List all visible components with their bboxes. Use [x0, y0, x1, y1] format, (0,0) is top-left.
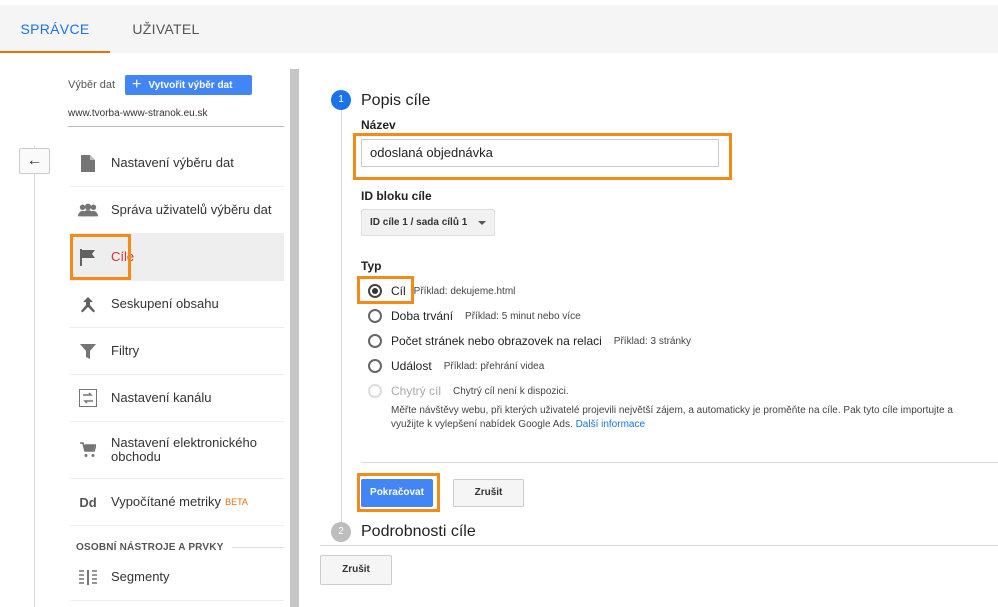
sidebar-item-ecommerce-settings[interactable]: Nastavení elektronického obchodu: [70, 422, 284, 479]
sidebar-item-view-settings[interactable]: Nastavení výběru dat: [70, 140, 284, 187]
sidebar-item-goals[interactable]: Cíle: [70, 234, 284, 281]
sidebar-item-label: Filtry: [111, 343, 140, 358]
type-option-hint: Příklad: 5 minut nebo více: [465, 310, 581, 322]
smart-goal-text: Měřte návštěvy webu, při kterých uživate…: [391, 405, 953, 430]
document-icon: [78, 154, 98, 172]
tab-uzivatel[interactable]: UŽIVATEL: [118, 5, 214, 53]
view-label: Výběr dat: [68, 79, 116, 91]
goal-name-input[interactable]: odoslaná objednávka: [361, 139, 719, 167]
section-divider: [232, 547, 284, 548]
type-option-event[interactable]: Událost Příklad: přehrání videa: [368, 357, 544, 375]
view-selector-underline: [68, 126, 284, 127]
radio-button[interactable]: [368, 359, 382, 373]
page: SPRÁVCE UŽIVATEL Výběr dat + Vytvořit vý…: [0, 0, 998, 607]
step-divider: [361, 462, 998, 463]
plus-icon: +: [132, 76, 142, 93]
radio-button[interactable]: [368, 284, 382, 298]
beta-badge: BETA: [225, 497, 248, 507]
type-option-label: Cíl: [391, 284, 406, 298]
sidebar-item-content-grouping[interactable]: Seskupení obsahu: [70, 281, 284, 328]
radio-button[interactable]: [368, 334, 382, 348]
sidebar-item-user-management[interactable]: Správa uživatelů výběru dat: [70, 187, 284, 234]
section-header-personal-tools: OSOBNÍ NÁSTROJE A PRVKY: [76, 542, 224, 553]
continue-button[interactable]: Pokračovat: [361, 479, 433, 507]
smart-goal-description: Měřte návštěvy webu, při kterých uživate…: [391, 404, 966, 432]
goal-name-label: Název: [361, 118, 396, 132]
radio-button: [368, 384, 382, 398]
create-view-label: Vytvořit výběr dat: [148, 79, 233, 91]
type-option-label: Chytrý cíl: [391, 384, 442, 398]
step-1-badge: 1: [331, 90, 351, 110]
merge-icon: [78, 296, 98, 313]
chevron-down-icon: [478, 221, 486, 225]
type-option-smart-goal: Chytrý cíl Chytrý cíl není k dispozici.: [368, 382, 569, 400]
create-view-button[interactable]: + Vytvořit výběr dat: [125, 75, 252, 95]
goal-slot-value: ID cíle 1 / sada cílů 1: [370, 217, 468, 228]
type-option-destination[interactable]: Cíl Příklad: dekujeme.html: [368, 282, 515, 300]
people-icon: [78, 203, 98, 217]
radio-button[interactable]: [368, 309, 382, 323]
sidebar-item-label: Správa uživatelů výběru dat: [111, 202, 272, 217]
channel-icon: [78, 389, 98, 407]
type-option-hint: Příklad: 3 stránky: [613, 335, 692, 347]
sidebar-item-filters[interactable]: Filtry: [70, 328, 284, 375]
type-option-hint: Chytrý cíl není k dispozici.: [453, 385, 569, 397]
sidebar-item-label: Nastavení kanálu: [111, 390, 212, 405]
cart-icon: [78, 442, 98, 458]
step-connector-line: [341, 110, 342, 522]
goal-slot-select[interactable]: ID cíle 1 / sada cílů 1: [361, 209, 495, 236]
top-tab-bar: SPRÁVCE UŽIVATEL: [0, 0, 998, 53]
sidebar-item-channel-settings[interactable]: Nastavení kanálu: [70, 375, 284, 422]
sidebar-guide-line: [34, 146, 35, 607]
dd-icon: Dd: [79, 494, 97, 510]
sidebar-item-label: Cíle: [111, 249, 135, 264]
back-button[interactable]: ←: [19, 148, 50, 174]
goal-type-label: Typ: [361, 259, 382, 273]
type-option-hint: Příklad: přehrání videa: [443, 360, 545, 372]
sidebar-item-calculated-metrics[interactable]: Dd Vypočítané metriky BETA: [70, 479, 284, 526]
step-1-title: Popis cíle: [361, 92, 431, 109]
step-cancel-button[interactable]: Zrušit: [453, 479, 524, 507]
arrow-left-icon: ←: [26, 152, 43, 169]
sidebar-item-label: Segmenty: [111, 569, 170, 584]
tab-spravce[interactable]: SPRÁVCE: [0, 5, 110, 53]
sidebar-item-label: Nastavení elektronického obchodu: [111, 435, 257, 464]
type-option-pages-per-session[interactable]: Počet stránek nebo obrazovek na relaci P…: [368, 332, 691, 350]
cancel-button[interactable]: Zrušit: [320, 555, 392, 585]
type-option-label: Doba trvání: [391, 309, 454, 323]
footer-divider: [320, 545, 998, 546]
sidebar-item-label: Vypočítané metriky: [111, 494, 222, 509]
view-selector[interactable]: www.tvorba-www-stranok.eu.sk: [68, 108, 207, 119]
learn-more-link[interactable]: Další informace: [576, 419, 645, 430]
step-2-badge: 2: [331, 522, 351, 542]
sidebar-item-label: Seskupení obsahu: [111, 296, 219, 311]
segments-icon: [78, 569, 98, 585]
filter-icon: [78, 343, 98, 359]
step-2-title[interactable]: Podrobnosti cíle: [361, 523, 476, 541]
sidebar-item-segments[interactable]: Segmenty: [70, 554, 284, 601]
sidebar-item-label: Nastavení výběru dat: [111, 155, 234, 170]
type-option-label: Počet stránek nebo obrazovek na relaci: [391, 334, 602, 348]
goal-slot-label: ID bloku cíle: [361, 189, 432, 203]
type-option-duration[interactable]: Doba trvání Příklad: 5 minut nebo více: [368, 307, 581, 325]
type-option-hint: Příklad: dekujeme.html: [413, 285, 516, 297]
sidebar-scrollbar[interactable]: [290, 69, 299, 607]
flag-icon: [78, 248, 98, 266]
type-option-label: Událost: [391, 359, 432, 373]
